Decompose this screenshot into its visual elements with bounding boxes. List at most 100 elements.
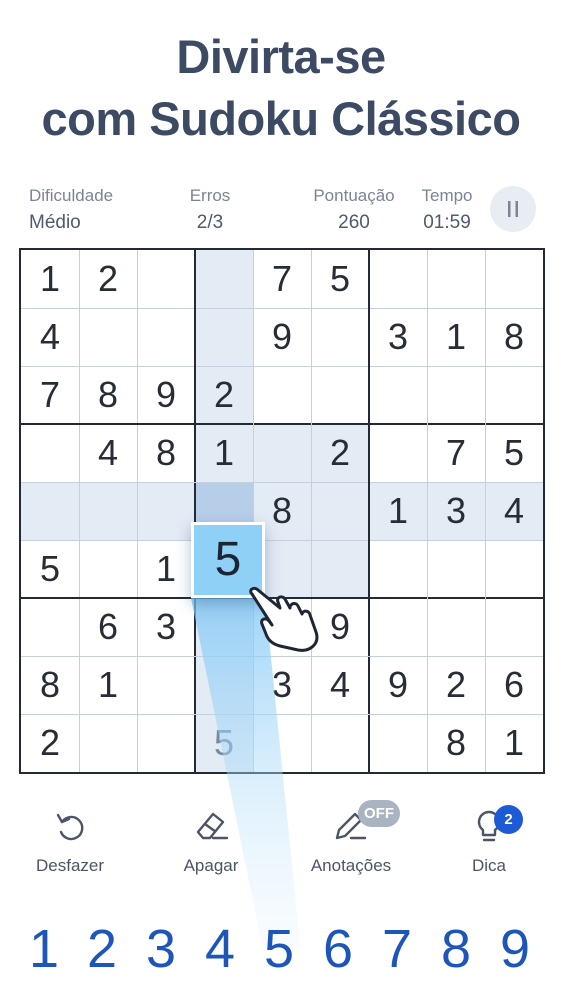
- board-cell[interactable]: 8: [79, 366, 137, 424]
- board-cell[interactable]: [369, 250, 427, 308]
- board-cell[interactable]: [427, 598, 485, 656]
- board-cell[interactable]: 1: [369, 482, 427, 540]
- board-cell[interactable]: [79, 714, 137, 772]
- board-cell[interactable]: [195, 250, 253, 308]
- hint-button[interactable]: Dica: [434, 808, 544, 876]
- board-cell[interactable]: [79, 540, 137, 598]
- board-cell[interactable]: 8: [137, 424, 195, 482]
- numpad-key-8[interactable]: 8: [427, 916, 485, 982]
- board-cell[interactable]: [369, 540, 427, 598]
- board-cell[interactable]: 3: [369, 308, 427, 366]
- board-cell[interactable]: [253, 366, 311, 424]
- board-cell[interactable]: [311, 714, 369, 772]
- time-stat: Tempo 01:59: [412, 184, 482, 235]
- errors-value: 2/3: [196, 212, 224, 233]
- board-cell[interactable]: 4: [21, 308, 79, 366]
- eraser-icon: [196, 812, 229, 840]
- grid-line: [252, 250, 254, 772]
- numpad-key-4[interactable]: 4: [191, 916, 249, 982]
- numpad-key-5[interactable]: 5: [250, 916, 308, 982]
- toolbar: Desfazer Apagar Anotações Dica: [0, 808, 562, 888]
- sudoku-board: 127549318789248127581345163981349262581: [19, 248, 545, 774]
- board-cell[interactable]: [21, 482, 79, 540]
- board-cell[interactable]: [137, 250, 195, 308]
- board-cell[interactable]: [311, 366, 369, 424]
- board-cell[interactable]: 4: [485, 482, 543, 540]
- board-cell[interactable]: [311, 482, 369, 540]
- board-cell[interactable]: [137, 308, 195, 366]
- board-cell[interactable]: 2: [21, 714, 79, 772]
- board-cell[interactable]: [369, 714, 427, 772]
- board-cell[interactable]: 5: [21, 540, 79, 598]
- grid-line: [21, 713, 543, 715]
- board-cell[interactable]: 3: [427, 482, 485, 540]
- board-cell[interactable]: 2: [311, 424, 369, 482]
- board-cell[interactable]: [369, 366, 427, 424]
- board-cell[interactable]: 9: [369, 656, 427, 714]
- board-cell[interactable]: 5: [311, 250, 369, 308]
- board-cell[interactable]: 8: [21, 656, 79, 714]
- difficulty-stat: Dificuldade Médio: [29, 184, 113, 235]
- board-cell[interactable]: 6: [79, 598, 137, 656]
- hint-label: Dica: [471, 856, 506, 875]
- board-cell[interactable]: [21, 598, 79, 656]
- board-cell[interactable]: [137, 714, 195, 772]
- board-cell[interactable]: [253, 424, 311, 482]
- board-cell[interactable]: 9: [137, 366, 195, 424]
- board-cell[interactable]: 1: [79, 656, 137, 714]
- board-cell[interactable]: 1: [485, 714, 543, 772]
- board-cell[interactable]: 2: [79, 250, 137, 308]
- board-cell[interactable]: [195, 656, 253, 714]
- undo-button[interactable]: Desfazer: [15, 808, 125, 876]
- board-cell[interactable]: 7: [253, 250, 311, 308]
- board-cell[interactable]: [79, 482, 137, 540]
- grid-line: [21, 307, 543, 309]
- board-cell[interactable]: [485, 366, 543, 424]
- board-cell[interactable]: 1: [195, 424, 253, 482]
- numpad-key-7[interactable]: 7: [368, 916, 426, 982]
- board-cell[interactable]: [485, 250, 543, 308]
- board-cell[interactable]: 1: [137, 540, 195, 598]
- board-cell[interactable]: [427, 250, 485, 308]
- numpad-key-6[interactable]: 6: [309, 916, 367, 982]
- board-cell[interactable]: 9: [253, 308, 311, 366]
- board-cell[interactable]: [427, 540, 485, 598]
- numpad-key-1[interactable]: 1: [15, 916, 73, 982]
- board-cell[interactable]: 5: [485, 424, 543, 482]
- board-cell[interactable]: 3: [137, 598, 195, 656]
- board-cell[interactable]: [137, 482, 195, 540]
- board-cell[interactable]: [485, 540, 543, 598]
- board-cell[interactable]: [369, 598, 427, 656]
- board-cell[interactable]: [427, 366, 485, 424]
- board-cell[interactable]: 3: [253, 656, 311, 714]
- board-cell[interactable]: 2: [195, 366, 253, 424]
- grid-line: [368, 250, 370, 772]
- board-cell[interactable]: [485, 598, 543, 656]
- board-cell[interactable]: 2: [427, 656, 485, 714]
- board-cell[interactable]: 7: [21, 366, 79, 424]
- board-cell[interactable]: [253, 714, 311, 772]
- board-cell[interactable]: 4: [311, 656, 369, 714]
- board-cell[interactable]: 1: [21, 250, 79, 308]
- board-cell[interactable]: [79, 308, 137, 366]
- board-cell[interactable]: 6: [485, 656, 543, 714]
- numpad-key-9[interactable]: 9: [486, 916, 544, 982]
- board-cell[interactable]: [195, 308, 253, 366]
- board-cell[interactable]: 5: [195, 714, 253, 772]
- erase-label: Apagar: [183, 856, 239, 875]
- pause-button[interactable]: [490, 186, 536, 232]
- board-cell[interactable]: [311, 308, 369, 366]
- notes-label: Anotações: [310, 856, 392, 875]
- board-cell[interactable]: [137, 656, 195, 714]
- board-cell[interactable]: 7: [427, 424, 485, 482]
- erase-button[interactable]: Apagar: [156, 808, 266, 876]
- board-cell[interactable]: [369, 424, 427, 482]
- numpad-key-3[interactable]: 3: [132, 916, 190, 982]
- board-cell[interactable]: 8: [485, 308, 543, 366]
- numpad-key-2[interactable]: 2: [73, 916, 131, 982]
- board-cell[interactable]: 1: [427, 308, 485, 366]
- board-cell[interactable]: [21, 424, 79, 482]
- promo-title-line2: com Sudoku Clássico: [41, 92, 521, 145]
- board-cell[interactable]: 4: [79, 424, 137, 482]
- board-cell[interactable]: 8: [427, 714, 485, 772]
